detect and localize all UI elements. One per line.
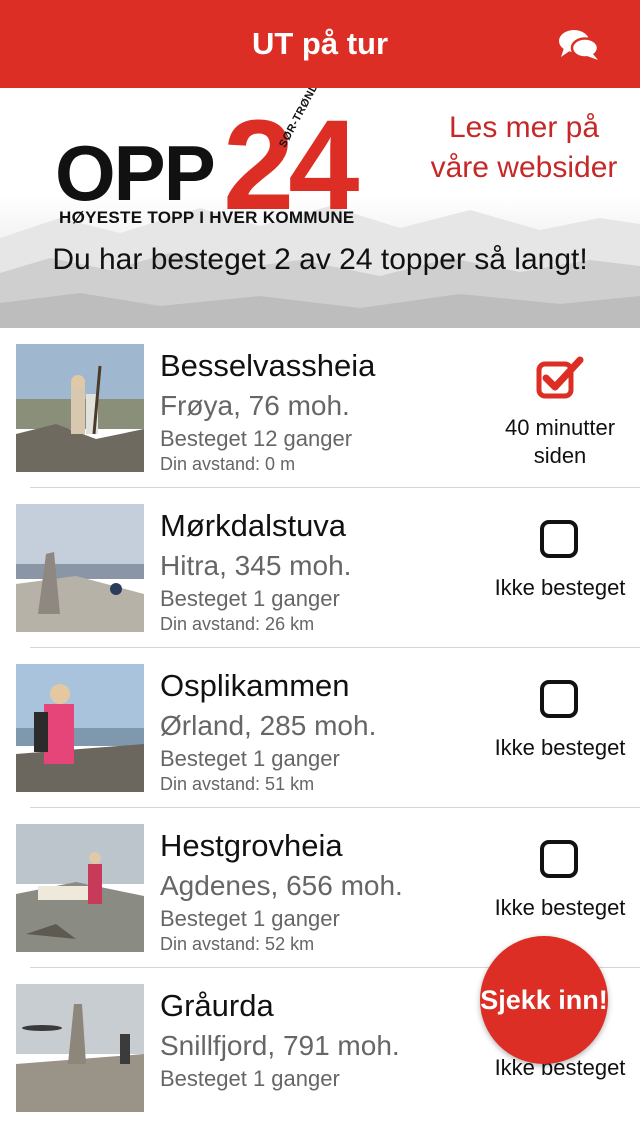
climb-count: Besteget 1 ganger [160,1066,340,1091]
peak-photo [16,824,144,952]
peak-distance: Din avstand: 52 km [160,934,315,954]
peak-location: Ørland, 285 moh. [160,710,377,741]
peak-photo [16,344,144,472]
peak-location: Agdenes, 656 moh. [160,870,403,901]
peak-location: Snillfjord, 791 moh. [160,1030,400,1061]
peak-distance: Din avstand: 26 km [160,614,315,634]
climb-status: Ikke besteget [494,735,626,760]
peak-distance: Din avstand: 0 m [160,454,296,474]
list-item[interactable]: Besselvassheia Frøya, 76 moh. Besteget 1… [0,328,640,488]
progress-text: Du har besteget 2 av 24 topper så langt! [52,243,588,276]
peak-name: Osplikammen [160,668,350,703]
checkbox-icon[interactable] [536,516,584,560]
climb-count: Besteget 1 ganger [160,746,340,771]
peak-photo [16,504,144,632]
check-in-button[interactable]: Sjekk inn! [480,936,608,1064]
checkbox-icon[interactable] [536,836,584,880]
climb-status: Ikke besteget [494,575,626,600]
page-title: UT på tur [251,26,389,61]
climb-count: Besteget 1 ganger [160,586,340,611]
logo-opp: OPP [55,129,216,217]
climb-count: Besteget 1 ganger [160,906,340,931]
climb-count: Besteget 12 ganger [160,426,353,451]
peak-photo [16,664,144,792]
peak-name: Gråurda [160,988,274,1023]
logo-tagline: HØYESTE TOPP I HVER KOMMUNE [59,208,355,227]
list-item[interactable]: Mørkdalstuva Hitra, 345 moh. Besteget 1 … [0,488,640,648]
peak-location: Frøya, 76 moh. [160,390,350,421]
climb-status: 40 minutter siden [504,415,616,468]
peak-photo [16,984,144,1112]
peak-name: Mørkdalstuva [160,508,347,543]
list-item[interactable]: Osplikammen Ørland, 285 moh. Besteget 1 … [0,648,640,808]
chat-bubbles-icon[interactable] [558,29,600,61]
checkbox-icon[interactable] [536,676,584,720]
read-more-link[interactable]: Les mer på våre websider [424,108,624,188]
peak-location: Hitra, 345 moh. [160,550,352,581]
peak-distance: Din avstand: 51 km [160,774,315,794]
app-header: UT på tur [0,0,640,88]
peak-name: Besselvassheia [160,348,376,383]
peak-name: Hestgrovheia [160,828,343,863]
checked-checkbox-icon[interactable] [536,356,584,400]
hero-banner: OPP 24 SØR-TRØNDELAG HØYESTE TOPP I HVER… [0,88,640,328]
climb-status: Ikke besteget [494,895,626,920]
